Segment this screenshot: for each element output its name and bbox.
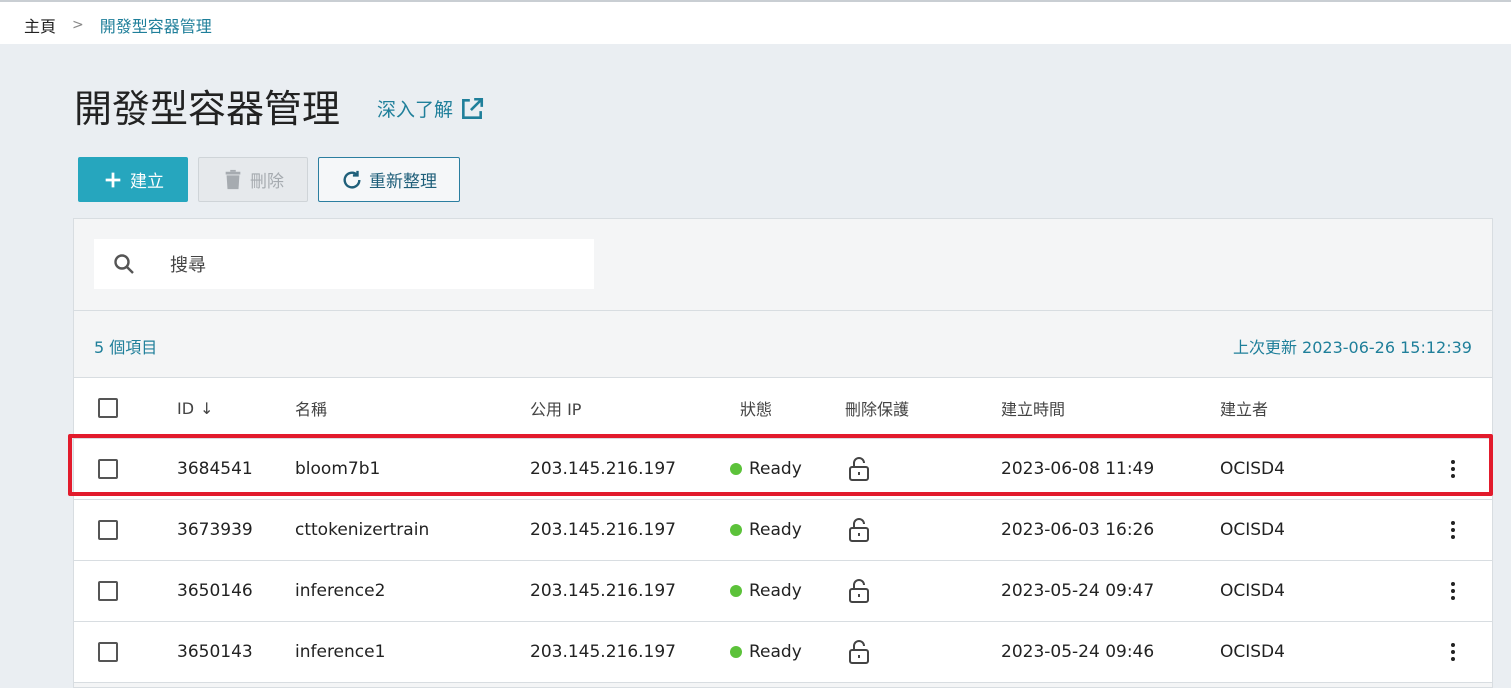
row-status-label: Ready	[749, 642, 802, 662]
column-id-label: ID	[177, 398, 195, 418]
breadcrumb-current[interactable]: 開發型容器管理	[100, 13, 212, 37]
row-ip: 203.145.216.197	[530, 520, 677, 540]
more-vertical-icon[interactable]	[1447, 460, 1459, 478]
unlocked-icon[interactable]	[848, 439, 870, 499]
column-status-header[interactable]: 狀態	[740, 378, 772, 438]
row-status: Ready	[730, 561, 802, 621]
column-creator-header[interactable]: 建立者	[1220, 378, 1268, 438]
row-checkbox[interactable]	[98, 459, 118, 479]
table-header-row: ID ↓ 名稱 公用 IP 狀態 刪除保護 建立時間 建立者	[74, 378, 1492, 439]
container-list-panel: 5 個項目 上次更新 2023-06-26 15:12:39 ID ↓ 名稱 公…	[73, 218, 1493, 688]
unlocked-icon[interactable]	[848, 561, 870, 621]
row-ip: 203.145.216.197	[530, 581, 677, 601]
more-vertical-icon[interactable]	[1447, 643, 1459, 661]
status-dot-icon	[730, 585, 742, 597]
row-created: 2023-05-24 09:46	[1001, 642, 1155, 662]
arrow-down-icon: ↓	[200, 398, 214, 418]
row-status: Ready	[730, 439, 802, 499]
row-name[interactable]: inference2	[295, 561, 385, 621]
row-status-label: Ready	[749, 459, 802, 479]
table-row[interactable]: 3650143 inference1 203.145.216.197 Ready…	[74, 622, 1492, 683]
row-name[interactable]: bloom7b1	[295, 439, 380, 499]
refresh-button[interactable]: 重新整理	[318, 157, 460, 202]
unlocked-icon[interactable]	[848, 500, 870, 560]
search-input[interactable]	[168, 249, 572, 281]
refresh-icon	[343, 170, 361, 189]
external-link-icon	[462, 97, 484, 119]
row-creator: OCISD4	[1220, 581, 1285, 601]
summary-row: 5 個項目 上次更新 2023-06-26 15:12:39	[74, 310, 1492, 378]
column-name-header[interactable]: 名稱	[295, 378, 327, 438]
page-title: 開發型容器管理	[74, 87, 341, 131]
row-checkbox[interactable]	[98, 581, 118, 601]
row-created: 2023-06-08 11:49	[1001, 459, 1155, 479]
last-update: 上次更新 2023-06-26 15:12:39	[1232, 338, 1472, 357]
row-status: Ready	[730, 622, 802, 682]
row-created: 2023-06-03 16:26	[1001, 520, 1155, 540]
row-checkbox[interactable]	[98, 520, 118, 540]
row-id: 3650143	[177, 642, 253, 662]
search-icon	[114, 254, 134, 274]
more-vertical-icon[interactable]	[1447, 521, 1459, 539]
breadcrumb: 主頁 > 開發型容器管理	[24, 13, 212, 37]
learn-more-label: 深入了解	[377, 99, 454, 121]
search-box	[94, 239, 594, 289]
top-bar: 主頁 > 開發型容器管理	[0, 0, 1511, 44]
table-row[interactable]: 3684541 bloom7b1 203.145.216.197 Ready 2…	[74, 439, 1492, 500]
row-status: Ready	[730, 500, 802, 560]
row-name[interactable]: inference1	[295, 622, 385, 682]
create-button-label: 建立	[130, 172, 164, 192]
breadcrumb-separator: >	[72, 17, 84, 33]
delete-button-label: 刪除	[250, 172, 284, 192]
column-ip-header[interactable]: 公用 IP	[530, 378, 581, 438]
row-ip: 203.145.216.197	[530, 459, 677, 479]
unlocked-icon[interactable]	[848, 622, 870, 682]
row-status-label: Ready	[749, 581, 802, 601]
row-creator: OCISD4	[1220, 642, 1285, 662]
row-creator: OCISD4	[1220, 520, 1285, 540]
trash-icon	[225, 169, 241, 189]
status-dot-icon	[730, 524, 742, 536]
row-created: 2023-05-24 09:47	[1001, 581, 1155, 601]
more-vertical-icon[interactable]	[1447, 582, 1459, 600]
learn-more-link[interactable]: 深入了解	[377, 95, 485, 122]
row-id: 3684541	[177, 459, 253, 479]
column-protect-header[interactable]: 刪除保護	[845, 378, 909, 438]
status-dot-icon	[730, 646, 742, 658]
breadcrumb-home[interactable]: 主頁	[24, 13, 56, 37]
row-id: 3650146	[177, 581, 253, 601]
create-button[interactable]: 建立	[78, 157, 188, 202]
row-creator: OCISD4	[1220, 459, 1285, 479]
table-row[interactable]: 3650146 inference2 203.145.216.197 Ready…	[74, 561, 1492, 622]
column-id-header[interactable]: ID ↓	[177, 378, 213, 438]
container-table: ID ↓ 名稱 公用 IP 狀態 刪除保護 建立時間 建立者 3684541 b…	[74, 378, 1492, 683]
table-row[interactable]: 3673939 cttokenizertrain 203.145.216.197…	[74, 500, 1492, 561]
column-created-header[interactable]: 建立時間	[1001, 378, 1065, 438]
row-status-label: Ready	[749, 520, 802, 540]
row-checkbox[interactable]	[98, 642, 118, 662]
delete-button[interactable]: 刪除	[198, 157, 308, 202]
refresh-button-label: 重新整理	[369, 172, 437, 192]
row-name[interactable]: cttokenizertrain	[295, 500, 429, 560]
item-count: 5 個項目	[94, 338, 158, 357]
select-all-checkbox[interactable]	[98, 398, 118, 418]
plus-icon	[105, 172, 121, 187]
status-dot-icon	[730, 463, 742, 475]
row-ip: 203.145.216.197	[530, 642, 677, 662]
row-id: 3673939	[177, 520, 253, 540]
